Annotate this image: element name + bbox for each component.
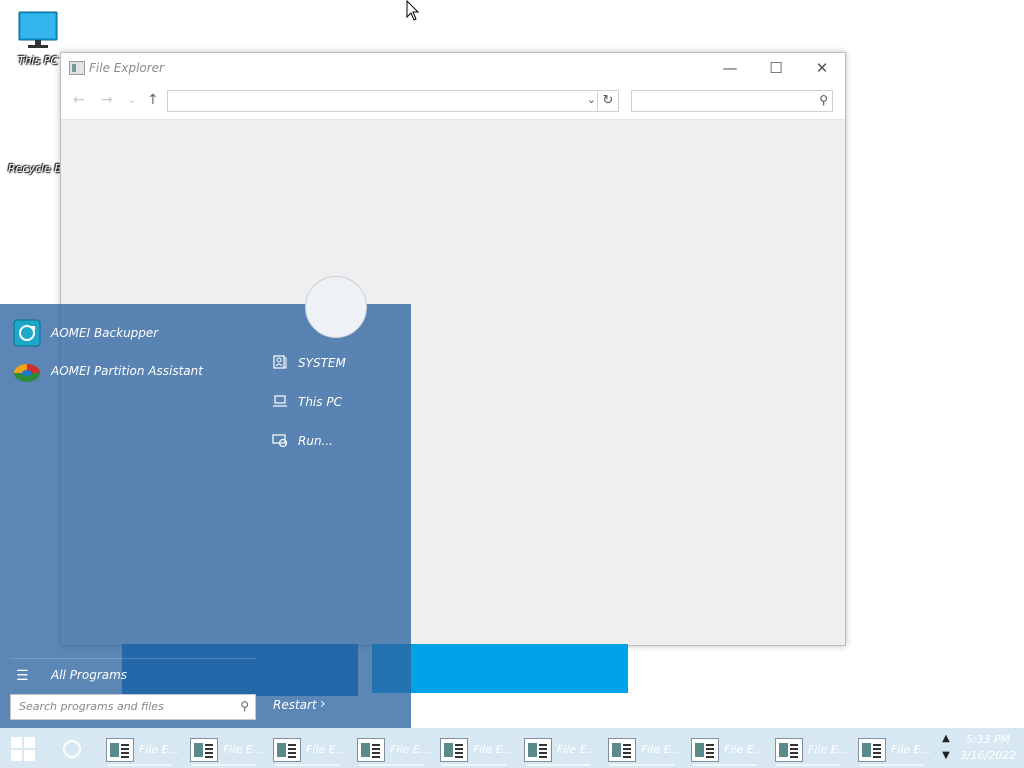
aomei-partition-assistant-icon xyxy=(14,364,40,382)
active-indicator xyxy=(192,764,256,766)
taskbar-button-label: File E... xyxy=(306,743,347,756)
search-icon: ⚲ xyxy=(240,699,249,713)
taskbar-button-file-explorer[interactable]: File E... xyxy=(438,732,514,766)
taskbar-button-label: File E... xyxy=(390,743,431,756)
start-right-item-run[interactable]: Run... xyxy=(270,430,400,454)
explorer-search-input[interactable]: ⚲ xyxy=(631,90,833,112)
taskbar-button-label: File E... xyxy=(808,743,849,756)
file-explorer-icon xyxy=(106,738,134,762)
file-explorer-icon xyxy=(273,738,301,762)
chevron-down-icon[interactable]: ⌄ xyxy=(587,93,596,106)
start-app-label: AOMEI Backupper xyxy=(51,326,159,340)
start-right-item-label: SYSTEM xyxy=(298,356,346,370)
active-indicator xyxy=(526,764,590,766)
start-right-item-label: This PC xyxy=(298,395,342,409)
file-explorer-icon xyxy=(858,738,886,762)
search-icon[interactable]: ⚲ xyxy=(819,93,828,107)
file-explorer-icon xyxy=(608,738,636,762)
start-right-item-system[interactable]: SYSTEM xyxy=(270,352,400,376)
monitor-icon xyxy=(18,11,58,48)
active-indicator xyxy=(610,764,674,766)
maximize-button[interactable]: ☐ xyxy=(753,53,799,83)
active-indicator xyxy=(359,764,423,766)
user-icon xyxy=(273,355,287,369)
start-app-aomei-backupper[interactable]: AOMEI Backupper xyxy=(10,316,250,352)
file-explorer-icon xyxy=(357,738,385,762)
recent-locations-icon[interactable]: ⌄ xyxy=(127,93,136,106)
run-icon xyxy=(272,434,288,448)
active-indicator xyxy=(777,764,841,766)
taskbar-button-file-explorer[interactable]: File E... xyxy=(104,732,180,766)
address-bar[interactable]: ⌄ ↻ xyxy=(167,90,619,112)
chevron-down-icon[interactable]: ▼ xyxy=(939,747,953,764)
taskbar-button-file-explorer[interactable]: File E... xyxy=(188,732,264,766)
divider xyxy=(10,658,256,659)
taskbar-button-file-explorer[interactable]: File E... xyxy=(856,732,932,766)
taskbar-scroll: ▲ ▼ xyxy=(939,730,953,766)
taskbar-button-label: File E... xyxy=(139,743,180,756)
aomei-backupper-icon xyxy=(13,319,41,347)
taskbar-button-label: File E... xyxy=(724,743,765,756)
start-search-placeholder: Search programs and files xyxy=(19,700,164,713)
taskbar-button-file-explorer[interactable]: File E... xyxy=(689,732,765,766)
start-app-aomei-partition-assistant[interactable]: AOMEI Partition Assistant xyxy=(10,354,250,390)
active-indicator xyxy=(275,764,339,766)
chevron-up-icon[interactable]: ▲ xyxy=(939,730,953,747)
windows-start-icon[interactable] xyxy=(10,736,36,762)
forward-icon[interactable]: → xyxy=(101,92,113,108)
taskbar-button-label: File E... xyxy=(891,743,932,756)
file-explorer-icon xyxy=(190,738,218,762)
user-avatar[interactable] xyxy=(305,276,367,338)
active-indicator xyxy=(860,764,924,766)
active-indicator xyxy=(108,764,172,766)
taskbar-button-file-explorer[interactable]: File E... xyxy=(355,732,431,766)
taskbar-button-file-explorer[interactable]: File E... xyxy=(773,732,849,766)
start-right-item-this-pc[interactable]: This PC xyxy=(270,391,400,415)
desktop-icon-label: Recycle Bi xyxy=(8,162,65,175)
minimize-button[interactable]: — xyxy=(707,53,753,83)
file-explorer-icon xyxy=(775,738,803,762)
file-explorer-icon xyxy=(524,738,552,762)
file-explorer-app-icon xyxy=(69,61,85,75)
file-explorer-icon xyxy=(691,738,719,762)
start-app-label: AOMEI Partition Assistant xyxy=(51,364,203,378)
taskbar-button-file-explorer[interactable]: File E... xyxy=(606,732,682,766)
file-explorer-icon xyxy=(440,738,468,762)
all-programs-button[interactable]: ☰ All Programs xyxy=(10,664,250,686)
up-icon[interactable]: ↑ xyxy=(147,92,159,108)
clock-date: 3/16/2022 xyxy=(959,749,1017,762)
search-circle-icon[interactable] xyxy=(63,740,81,758)
clock-time: 5:33 PM xyxy=(965,733,1011,746)
desktop-icon-recycle-bin[interactable]: Recycle Bi xyxy=(2,120,66,175)
mouse-cursor-icon xyxy=(406,0,420,21)
start-right-item-label: Run... xyxy=(298,434,333,448)
explorer-toolbar: ← → ⌄ ↑ ⌄ ↻ ⚲ xyxy=(61,83,845,120)
back-icon[interactable]: ← xyxy=(73,92,85,108)
start-search-input[interactable]: Search programs and files ⚲ xyxy=(10,694,256,720)
list-icon: ☰ xyxy=(16,668,29,684)
close-button[interactable]: ✕ xyxy=(799,53,845,83)
taskbar-button-file-explorer[interactable]: File E... xyxy=(271,732,347,766)
taskbar-button-label: File E... xyxy=(641,743,682,756)
system-clock[interactable]: 5:33 PM 3/16/2022 xyxy=(958,732,1018,764)
laptop-icon xyxy=(273,395,287,407)
restart-button[interactable]: Restart xyxy=(273,698,317,712)
window-title: File Explorer xyxy=(89,61,164,75)
taskbar-button-file-explorer[interactable]: File E... xyxy=(522,732,598,766)
active-indicator xyxy=(693,764,757,766)
start-menu: AOMEI Backupper AOMEI Partition Assistan… xyxy=(0,276,411,728)
all-programs-label: All Programs xyxy=(51,668,128,682)
taskbar-button-label: File E... xyxy=(557,743,598,756)
window-titlebar[interactable]: File Explorer — ☐ ✕ xyxy=(61,53,845,83)
chevron-right-icon[interactable]: › xyxy=(320,696,326,712)
taskbar: File E... File E... File E... File E... … xyxy=(0,728,1024,768)
refresh-icon[interactable]: ↻ xyxy=(597,91,618,111)
taskbar-button-label: File E... xyxy=(473,743,514,756)
taskbar-button-label: File E... xyxy=(223,743,264,756)
recycle-bin-icon xyxy=(14,120,54,160)
active-indicator xyxy=(442,764,506,766)
